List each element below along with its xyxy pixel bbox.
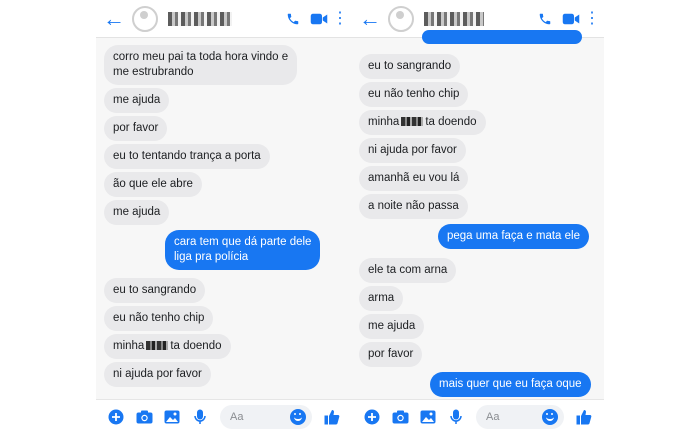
message-text-line: me estrubrando	[113, 66, 194, 78]
add-icon[interactable]	[102, 407, 130, 427]
message-input[interactable]: Aa	[220, 404, 312, 429]
message-bubble: ni ajuda por favor	[359, 138, 466, 163]
message-input[interactable]: Aa	[476, 404, 564, 429]
message-bubble: minha ta doendo	[104, 334, 231, 359]
message-bubble: ão que ele abre	[104, 172, 202, 197]
more-vertical-icon[interactable]: ⋮	[332, 10, 348, 27]
add-icon[interactable]	[358, 407, 386, 427]
message-text: ta doendo	[425, 116, 477, 128]
message-bubble: minha ta doendo	[359, 110, 486, 135]
camera-icon[interactable]	[130, 407, 158, 427]
message-bubble-outgoing: mais quer que eu faça oque	[430, 372, 591, 397]
message-bubble: eu to sangrando	[359, 54, 461, 79]
message-bubble: eu não tenho chip	[104, 306, 214, 331]
message-bubble: me ajuda	[104, 200, 170, 225]
message-input-placeholder: Aa	[230, 410, 244, 423]
message-text: ta doendo	[170, 340, 222, 352]
censored-contact-name	[168, 11, 232, 26]
avatar[interactable]	[132, 5, 158, 32]
more-vertical-icon[interactable]: ⋮	[584, 10, 600, 27]
censored-contact-name	[424, 11, 484, 26]
avatar[interactable]	[388, 5, 414, 32]
phone-icon[interactable]	[280, 12, 306, 26]
message-bubble: corro meu pai ta toda hora vindo e me es…	[104, 45, 298, 85]
message-bubble-outgoing: cara tem que dá parte dele liga pra polí…	[165, 230, 321, 270]
message-bubble: por favor	[104, 116, 168, 141]
phone-icon[interactable]	[532, 12, 558, 26]
like-thumb-icon[interactable]	[570, 407, 598, 427]
message-list: eu to sangrando eu não tenho chip minha t…	[352, 30, 604, 399]
message-bubble: arma	[359, 286, 404, 311]
message-bubble: me ajuda	[359, 314, 425, 339]
censored-word	[146, 341, 169, 351]
right-chat-screen: ← ⋮ eu to sangrando eu não tenho chip mi…	[352, 0, 604, 433]
microphone-icon[interactable]	[186, 407, 214, 427]
video-icon[interactable]	[306, 12, 332, 26]
left-chat-screen: ← ⋮ corro meu pai ta toda hora vindo e m…	[96, 0, 352, 433]
message-input-placeholder: Aa	[486, 410, 500, 423]
message-bubble: eu não tenho chip	[359, 82, 469, 107]
message-bubble: eu to tentando trança a porta	[104, 144, 270, 169]
message-bubble-outgoing: pega uma faça e mata ele	[438, 224, 589, 249]
message-text: minha	[113, 340, 145, 352]
message-bubble: ele ta com arna	[359, 258, 457, 283]
censored-word	[401, 117, 424, 127]
message-text-line: cara tem que dá parte dele	[174, 236, 312, 248]
message-bubble: ni ajuda por favor	[104, 362, 211, 387]
message-bubble: por favor	[359, 342, 423, 367]
video-icon[interactable]	[558, 12, 584, 26]
emoji-icon[interactable]	[290, 408, 306, 425]
message-bubble: eu to sangrando	[104, 278, 206, 303]
back-arrow-icon[interactable]: ←	[102, 7, 126, 30]
gallery-icon[interactable]	[158, 407, 186, 427]
message-list: corro meu pai ta toda hora vindo e me es…	[96, 38, 352, 399]
message-bubble: amanhã eu vou lá	[359, 166, 469, 191]
chat-header: ← ⋮	[96, 0, 352, 38]
emoji-icon[interactable]	[542, 408, 558, 425]
message-bubble: a noite não passa	[359, 194, 468, 219]
gallery-icon[interactable]	[414, 407, 442, 427]
back-arrow-icon[interactable]: ←	[358, 7, 382, 30]
camera-icon[interactable]	[386, 407, 414, 427]
like-thumb-icon[interactable]	[318, 407, 346, 427]
message-bubble-outgoing-partial	[422, 30, 582, 44]
message-composer: Aa	[352, 399, 604, 433]
message-text-line: corro meu pai ta toda hora vindo e	[113, 51, 289, 63]
microphone-icon[interactable]	[442, 407, 470, 427]
message-text: minha	[368, 116, 400, 128]
message-composer: Aa	[96, 399, 352, 433]
message-text-line: liga pra polícia	[174, 251, 249, 263]
message-bubble: me ajuda	[104, 88, 170, 113]
